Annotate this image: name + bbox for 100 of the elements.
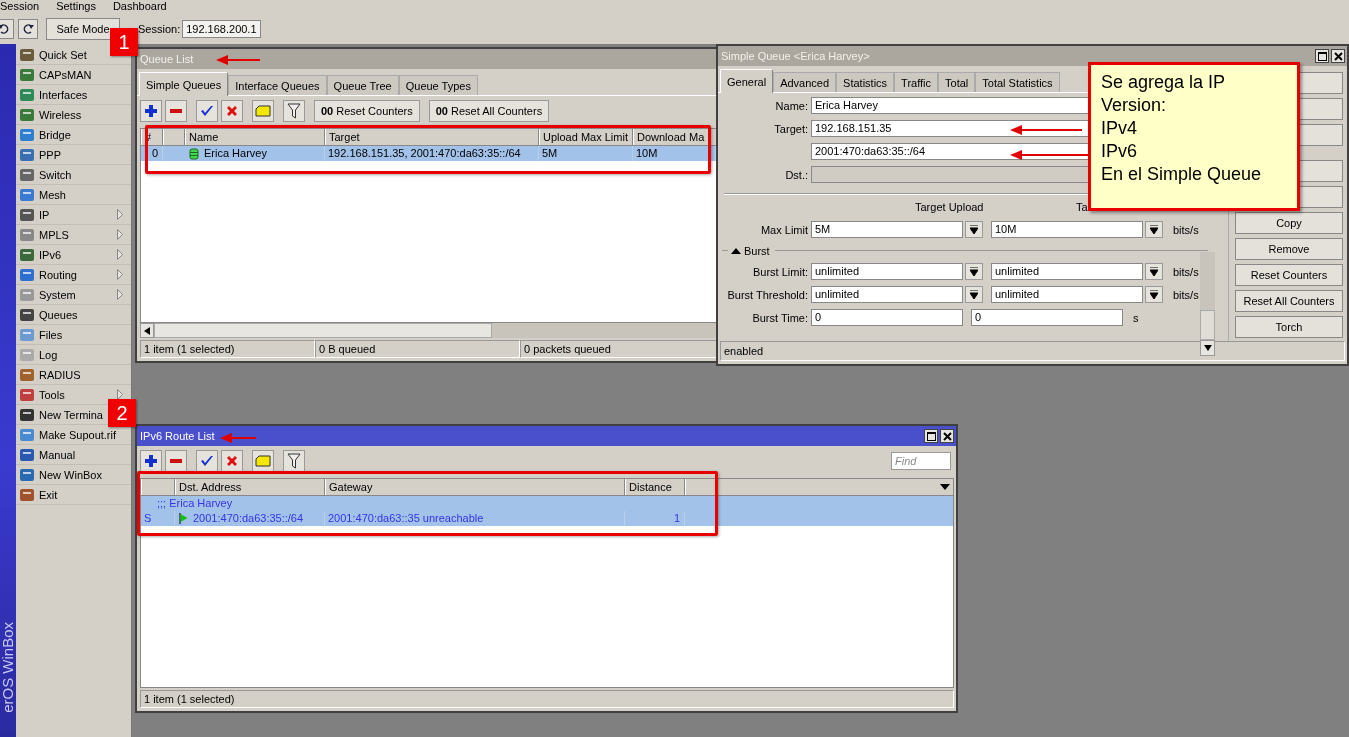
- sidebar-item[interactable]: RADIUS: [39, 368, 81, 381]
- app-icon: [19, 67, 35, 82]
- dropdown-button[interactable]: [1145, 221, 1163, 238]
- comment-button[interactable]: [252, 450, 274, 472]
- enable-button[interactable]: [196, 450, 218, 472]
- tab[interactable]: Traffic: [894, 72, 939, 92]
- dropdown-button[interactable]: [1145, 263, 1163, 280]
- add-button[interactable]: [140, 450, 162, 472]
- sidebar-item[interactable]: Routing: [39, 268, 77, 281]
- download-field[interactable]: 10M: [991, 221, 1143, 238]
- dropdown-button[interactable]: [1145, 286, 1163, 303]
- sidebar-item[interactable]: Exit: [39, 488, 58, 501]
- maximize-button[interactable]: [1315, 49, 1329, 63]
- dialog-button[interactable]: Copy: [1235, 212, 1343, 234]
- reset-counters-button[interactable]: 00 Reset Counters: [314, 100, 420, 122]
- column-header[interactable]: Distance: [625, 479, 685, 495]
- tab[interactable]: Simple Queues: [139, 72, 229, 96]
- dialog-button[interactable]: Torch: [1235, 316, 1343, 338]
- tab[interactable]: Queue Types: [398, 75, 478, 95]
- menu-item[interactable]: Settings: [56, 0, 96, 13]
- pointer-arrow: [220, 433, 256, 443]
- dropdown-button[interactable]: [965, 263, 983, 280]
- app-icon: [19, 107, 35, 122]
- disable-button[interactable]: [221, 100, 243, 122]
- download-field[interactable]: unlimited: [991, 286, 1143, 303]
- menu-item[interactable]: Session: [0, 0, 40, 13]
- upload-field[interactable]: unlimited: [811, 286, 963, 303]
- find-field[interactable]: Find: [891, 452, 951, 470]
- column-header[interactable]: Target: [325, 129, 539, 145]
- column-header[interactable]: Name: [185, 129, 325, 145]
- tab[interactable]: Advanced: [773, 72, 837, 92]
- sidebar-item[interactable]: IP: [39, 208, 50, 221]
- upload-field[interactable]: 0: [811, 309, 963, 326]
- remove-button[interactable]: [165, 450, 187, 472]
- table-row[interactable]: S 2001:470:da63:35::/64 2001:470:da63::35 unreachable 1: [141, 511, 953, 526]
- column-header[interactable]: Dst. Address: [175, 479, 325, 495]
- dialog-button[interactable]: Reset All Counters: [1235, 290, 1343, 312]
- upload-field[interactable]: unlimited: [811, 263, 963, 280]
- app-icon: [19, 167, 35, 182]
- app-icon: [19, 187, 35, 202]
- upload-field[interactable]: 5M: [811, 221, 963, 238]
- sidebar-item[interactable]: Quick Set: [39, 48, 87, 61]
- scroll-thumb[interactable]: [154, 323, 492, 338]
- tab[interactable]: Interface Queues: [228, 75, 327, 95]
- sidebar-item[interactable]: Switch: [39, 168, 72, 181]
- status-text: 1 item (1 selected): [140, 690, 954, 708]
- undo-button[interactable]: [0, 18, 14, 39]
- menu-item[interactable]: Dashboard: [112, 0, 167, 13]
- scroll-thumb[interactable]: [1200, 310, 1215, 340]
- disable-button[interactable]: [221, 450, 243, 472]
- column-header[interactable]: Upload Max Limit: [539, 129, 633, 145]
- redo-button[interactable]: [18, 18, 38, 39]
- down-arrow-icon: [1203, 345, 1212, 351]
- sidebar-item[interactable]: Wireless: [39, 108, 82, 121]
- reset-counters-button[interactable]: 00 Reset All Counters: [428, 100, 550, 122]
- sidebar-item[interactable]: PPP: [39, 148, 61, 161]
- sidebar-item[interactable]: Mesh: [39, 188, 66, 201]
- pointer-arrow: [216, 55, 260, 65]
- dialog-button[interactable]: Reset Counters: [1235, 264, 1343, 286]
- sidebar-item[interactable]: CAPsMAN: [39, 68, 92, 81]
- enable-button[interactable]: [196, 100, 218, 122]
- tab[interactable]: Statistics: [836, 72, 895, 92]
- comment-button[interactable]: [252, 100, 274, 122]
- sidebar-item[interactable]: IPv6: [39, 248, 61, 261]
- close-button[interactable]: [1331, 49, 1345, 63]
- column-header[interactable]: [141, 479, 175, 495]
- sidebar-item[interactable]: System: [39, 288, 76, 301]
- dialog-button[interactable]: Remove: [1235, 238, 1343, 260]
- column-header[interactable]: Gateway: [325, 479, 625, 495]
- sidebar-item[interactable]: Log: [39, 348, 58, 361]
- sidebar-item[interactable]: Files: [39, 328, 63, 341]
- sidebar-item[interactable]: Tools: [39, 388, 65, 401]
- download-field[interactable]: 0: [971, 309, 1123, 326]
- scrollbar[interactable]: [140, 323, 717, 338]
- sidebar-item[interactable]: Make Supout.rif: [39, 428, 117, 441]
- safe-mode-button[interactable]: Safe Mode: [46, 17, 120, 40]
- sidebar-item[interactable]: New Termina: [39, 408, 103, 421]
- sidebar-item[interactable]: MPLS: [39, 228, 69, 241]
- tab[interactable]: General: [720, 69, 774, 93]
- maximize-button[interactable]: [924, 429, 938, 443]
- sidebar-item[interactable]: Bridge: [39, 128, 71, 141]
- add-button[interactable]: [140, 100, 162, 122]
- filter-button[interactable]: [283, 450, 305, 472]
- dropdown-button[interactable]: [965, 286, 983, 303]
- column-header[interactable]: [163, 129, 185, 145]
- remove-button[interactable]: [165, 100, 187, 122]
- tab[interactable]: Total Statistics: [975, 72, 1060, 92]
- app-icon: [19, 247, 35, 262]
- sidebar-item[interactable]: New WinBox: [39, 468, 102, 481]
- scrollbar[interactable]: [1200, 252, 1215, 356]
- table-row[interactable]: 0 Erica Harvey 192.168.151.35, 2001:470:da63:35::/64 5M 10M: [141, 146, 716, 161]
- tab[interactable]: Total: [938, 72, 976, 92]
- dropdown-button[interactable]: [965, 221, 983, 238]
- tab[interactable]: Queue Tree: [326, 75, 399, 95]
- download-field[interactable]: unlimited: [991, 263, 1143, 280]
- filter-button[interactable]: [283, 100, 305, 122]
- sidebar-item[interactable]: Queues: [39, 308, 78, 321]
- close-button[interactable]: [940, 429, 954, 443]
- sidebar-item[interactable]: Interfaces: [39, 88, 88, 101]
- sidebar-item[interactable]: Manual: [39, 448, 76, 461]
